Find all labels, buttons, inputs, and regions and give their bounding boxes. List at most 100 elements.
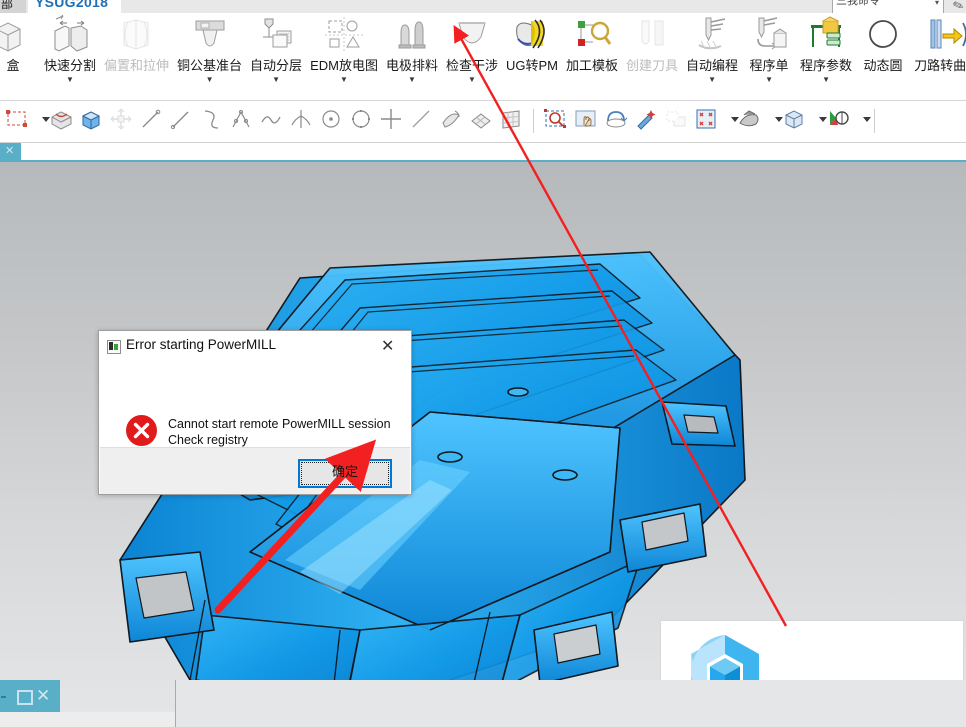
toolpath-to-curve-icon [924,15,966,57]
dialog-footer: 确定 [100,447,410,494]
line-icon[interactable] [136,105,166,137]
close-icon[interactable]: ✕ [36,684,50,708]
dialog-close-button[interactable]: ✕ [367,331,411,361]
arc-through-points-icon[interactable] [226,105,256,137]
ribbon-item-check-interference[interactable]: 检查干涉 ▼ [442,13,502,101]
pan-icon[interactable] [571,105,601,137]
chevron-down-icon[interactable]: ▼ [686,76,738,84]
check-interference-icon [449,15,495,57]
window-controls: ✕ [0,680,60,712]
ribbon-item-box[interactable]: 盒▼ [0,13,40,101]
selection-rect-icon[interactable] [2,105,32,137]
status-bar-divider [175,680,176,727]
ribbon-item-list: 盒▼快速分割▼偏置和拉伸▼铜公基准台▼自动分层▼EDM放电图▼电极排料▼检查干涉… [0,13,966,101]
dropdown-caret-icon[interactable] [853,105,871,137]
chevron-down-icon[interactable]: ▼ [446,76,498,84]
ribbon-item-label: 快速分割 [44,58,97,73]
dialog-message-line2: Check registry [168,433,248,447]
chevron-down-icon[interactable]: ▼ [310,76,378,84]
close-icon[interactable]: ✕ [5,144,14,159]
command-search-value: 三我命令 [836,0,880,7]
dialog-title-bar[interactable]: Error starting PowerMILL ✕ [99,331,411,361]
spline-icon[interactable] [196,105,226,137]
zoom-fit-icon[interactable] [541,105,571,137]
render-style-icon[interactable] [735,105,765,137]
chevron-down-icon[interactable]: ▼ [746,76,792,84]
tab-active-ysug2018[interactable]: YSUG2018 [28,0,121,13]
ribbon-item-electrode-layout[interactable]: 电极排料 ▼ [382,13,442,101]
tab-inactive-label: 部 [1,0,14,11]
ok-button[interactable]: 确定 [298,459,392,488]
maximize-icon[interactable] [17,690,33,705]
chevron-down-icon[interactable]: ▼ [44,76,96,84]
minimize-icon[interactable] [1,696,6,698]
circle-center-icon[interactable] [316,105,346,137]
ribbon-item-program-sheet[interactable]: 程序单 ▼ [742,13,796,101]
document-tab-strip [21,143,966,160]
status-bar-left [0,712,176,727]
ribbon-item-quick-split[interactable]: 快速分割 ▼ [40,13,100,101]
chevron-down-icon[interactable]: ▼ [177,76,242,84]
point-cross-icon[interactable] [376,105,406,137]
ribbon-item-edm-chart[interactable]: EDM放电图 ▼ [306,13,382,101]
ribbon-item-label: 盒 [6,58,20,73]
ribbon-item-auto-programming[interactable]: 自动编程 ▼ [682,13,742,101]
ribbon-item-create-tool: 创建刀具▼ [622,13,682,101]
wave-curve-icon[interactable] [256,105,286,137]
edm-chart-icon [321,15,367,57]
ribbon-item-offset-extrude: 偏置和拉伸▼ [100,13,173,101]
dropdown-caret-icon[interactable] [809,105,827,137]
ribbon-item-label: 自动编程 [686,58,739,73]
ribbon-item-toolpath-to-curve[interactable]: 刀路转曲线▼ [910,13,966,101]
tab-strip-filler: 三我命令 ▾ ✎ [121,0,966,14]
ribbon-item-dynamic-circle[interactable]: 动态圆▼ [856,13,910,101]
ribbon-item-label: EDM放电图 [310,58,378,73]
tangent-icon[interactable] [286,105,316,137]
auto-programming-icon [689,15,735,57]
zoom-in-icon[interactable] [631,105,661,137]
ribbon-item-label: UG转PM [505,58,558,73]
command-search-box[interactable]: 三我命令 ▾ [832,0,944,14]
dropdown-caret-icon[interactable] [721,105,739,137]
dropdown-caret-icon[interactable] [765,105,783,137]
chevron-down-icon[interactable]: ▼ [250,76,302,84]
dynamic-circle-icon [860,15,906,57]
shaded-solid-icon[interactable] [46,105,76,137]
chevron-down-icon[interactable]: ▼ [386,76,438,84]
orientation-cube-icon[interactable] [779,105,809,137]
ribbon-item-label: 偏置和拉伸 [104,58,170,73]
document-tab-close[interactable]: ✕ [0,143,21,160]
ribbon-item-auto-layer[interactable]: 自动分层 ▼ [246,13,306,101]
blue-cube-icon[interactable] [76,105,106,137]
grid-surface-icon[interactable] [496,105,526,137]
mesh-surface-icon[interactable] [466,105,496,137]
machining-template-icon [569,15,615,57]
view-layout-icon[interactable] [691,105,721,137]
chevron-down-icon[interactable]: ▾ [935,0,939,7]
circle-icon[interactable] [346,105,376,137]
rotate-icon[interactable] [601,105,631,137]
ribbon-item-label: 程序参数 [800,58,853,73]
visibility-icon[interactable] [823,105,853,137]
ribbon-item-label: 铜公基准台 [177,58,243,73]
tab-inactive[interactable]: 部 [0,0,26,13]
electrode-base-icon [187,15,233,57]
line2-icon[interactable] [166,105,196,137]
ribbon-item-ug-to-pm[interactable]: UG转PM▼ [502,13,562,101]
secondary-toolbar-list [2,105,882,139]
diagonal-line-icon[interactable] [406,105,436,137]
selection-filter-icon [661,105,691,137]
error-dialog[interactable]: Error starting PowerMILL ✕ Cannot start … [98,330,412,495]
ribbon-item-electrode-base[interactable]: 铜公基准台 ▼ [173,13,246,101]
ribbon-item-label: 刀路转曲线 [914,58,966,73]
ribbon-item-label: 加工模板 [566,58,619,73]
program-params-icon [803,15,849,57]
chevron-down-icon[interactable]: ▼ [800,76,852,84]
create-tool-icon [629,15,675,57]
ribbon-item-machining-template[interactable]: 加工模板▼ [562,13,622,101]
dropdown-caret-icon[interactable] [32,105,50,137]
ribbon-item-program-params[interactable]: 程序参数 ▼ [796,13,856,101]
status-bar-background [176,680,966,727]
dialog-title: Error starting PowerMILL [126,337,277,352]
surface-patch-icon[interactable] [436,105,466,137]
